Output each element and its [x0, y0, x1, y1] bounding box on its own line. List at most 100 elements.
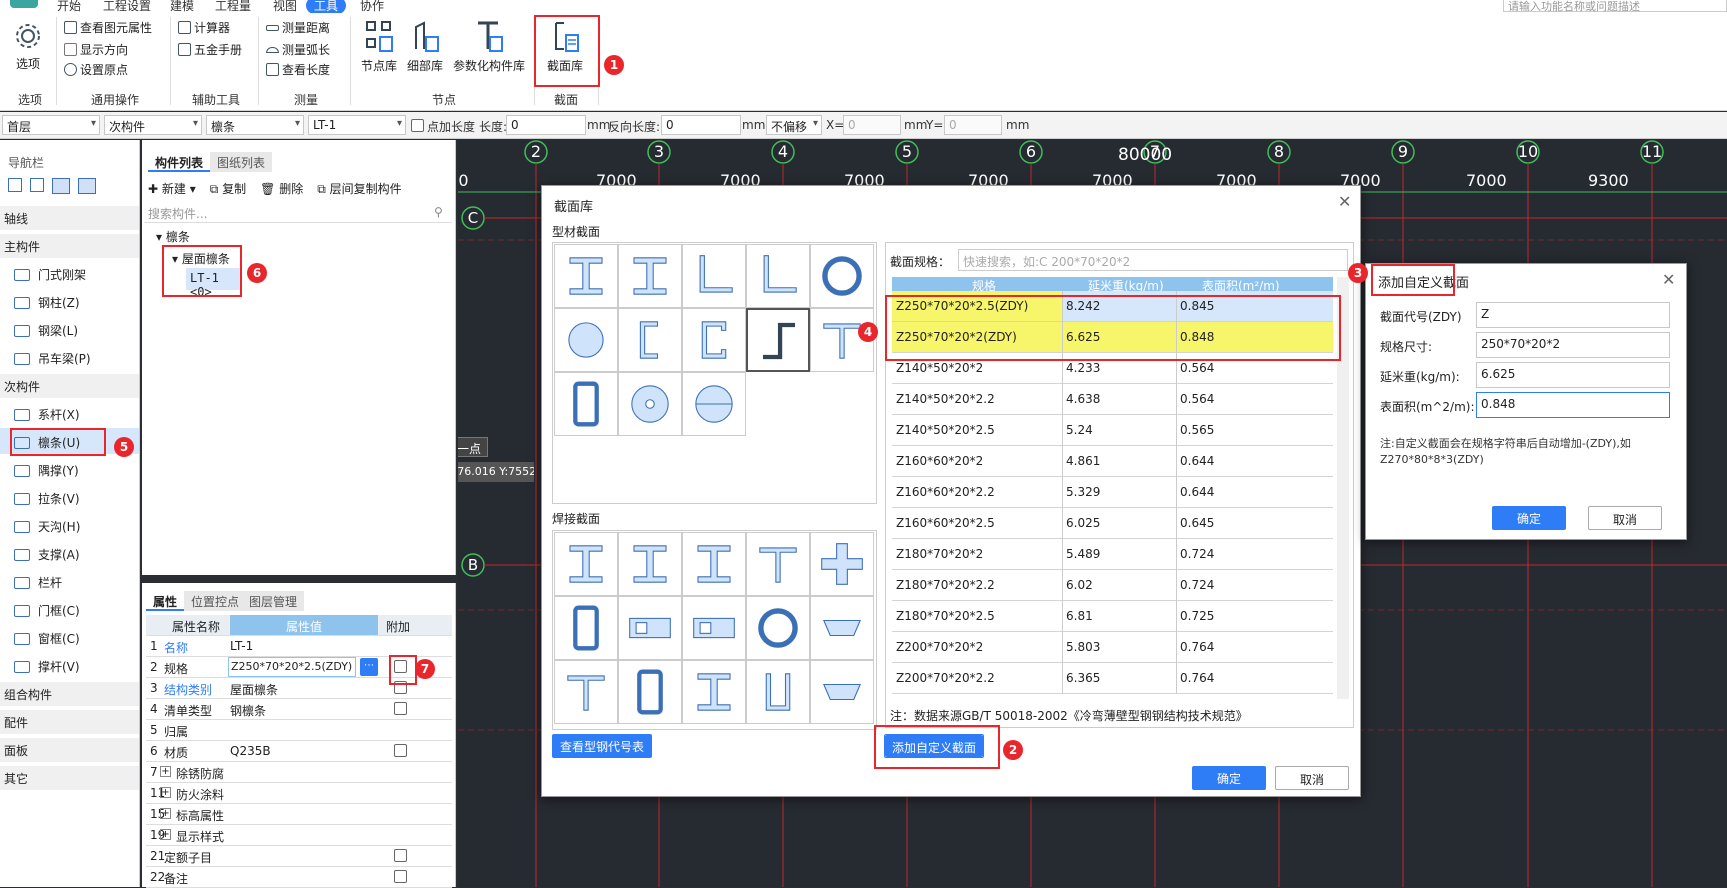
nav-item-window-frame[interactable]: 窗框(C)	[14, 630, 80, 647]
set-origin-button[interactable]: 设置原点	[64, 61, 128, 78]
profile-shape-4-icon[interactable]	[810, 244, 874, 308]
property-row[interactable]: 15 + 标高属性	[146, 804, 452, 825]
profile-shape-3-icon[interactable]	[746, 244, 810, 308]
property-row[interactable]: 21 定额子目	[146, 846, 452, 867]
custom-field-input[interactable]: 6.625	[1476, 362, 1670, 388]
calculator-button[interactable]: 计算器	[178, 19, 230, 36]
section-row[interactable]: Z160*60*20*2 4.861 0.644	[892, 446, 1333, 477]
x-input[interactable]: 0	[843, 115, 901, 135]
more-options-button[interactable]: ⋯	[360, 658, 378, 676]
custom-cancel-button[interactable]: 取消	[1588, 506, 1662, 530]
y-input[interactable]: 0	[944, 115, 1002, 135]
delete-component-button[interactable]: 🗑 删除	[260, 180, 303, 197]
hardware-manual-button[interactable]: 五金手册	[178, 41, 242, 58]
nav-item-portal-frame[interactable]: 门式刚架	[14, 266, 86, 283]
grid-view-icon[interactable]	[30, 178, 44, 192]
welded-shape-6-icon[interactable]	[618, 596, 682, 660]
section-row[interactable]: Z140*50*20*2.5 5.24 0.565	[892, 415, 1333, 446]
welded-shape-7-icon[interactable]	[682, 596, 746, 660]
attach-checkbox[interactable]	[394, 744, 407, 757]
nav-item-bracing[interactable]: 支撑(A)	[14, 546, 80, 563]
detail-library-button[interactable]: 细部库	[404, 19, 446, 74]
property-row[interactable]: 5 归属	[146, 720, 452, 741]
profile-shape-10-icon[interactable]	[554, 372, 618, 436]
tab-position-control[interactable]: 位置控点	[184, 591, 247, 611]
nav-section-main[interactable]: 主构件	[0, 234, 139, 258]
profile-shape-0-icon[interactable]	[554, 244, 618, 308]
nav-item-gutter[interactable]: 天沟(H)	[14, 518, 80, 535]
welded-shape-4-icon[interactable]	[810, 532, 874, 596]
nav-section-secondary[interactable]: 次构件	[0, 374, 139, 398]
property-row[interactable]: 1 名称 LT-1	[146, 636, 452, 657]
pin-icon[interactable]	[8, 178, 22, 192]
property-value[interactable]: Z250*70*20*2.5(ZDY)	[228, 657, 356, 677]
welded-shape-10-icon[interactable]	[554, 660, 618, 724]
welded-shape-0-icon[interactable]	[554, 532, 618, 596]
menu-project-settings[interactable]: 工程设置	[103, 0, 151, 13]
custom-close-icon[interactable]: ✕	[1662, 270, 1675, 289]
nav-item-railing[interactable]: 栏杆	[14, 574, 62, 591]
close-icon[interactable]: ✕	[1338, 192, 1351, 211]
measure-arc-button[interactable]: 测量弧长	[266, 41, 330, 58]
type-select[interactable]: 檩条	[206, 115, 304, 135]
welded-shape-2-icon[interactable]	[682, 532, 746, 596]
welded-shape-12-icon[interactable]	[682, 660, 746, 724]
profile-shape-1-icon[interactable]	[618, 244, 682, 308]
tab-component-list[interactable]: 构件列表	[148, 152, 211, 172]
nav-section-panel[interactable]: 面板	[0, 738, 139, 762]
view-properties-button[interactable]: 查看图元属性	[64, 19, 152, 36]
profile-shape-7-icon[interactable]	[682, 308, 746, 372]
section-row[interactable]: Z160*60*20*2.2 5.329 0.644	[892, 477, 1333, 508]
property-row[interactable]: 4 清单类型 钢檩条	[146, 699, 452, 720]
nav-item-door-frame[interactable]: 门框(C)	[14, 602, 80, 619]
nav-section-accessories[interactable]: 配件	[0, 710, 139, 734]
nav-item-knee-brace[interactable]: 隅撑(Y)	[14, 462, 79, 479]
property-row[interactable]: 19 + 显示样式	[146, 825, 452, 846]
welded-shape-11-icon[interactable]	[618, 660, 682, 724]
tab-properties[interactable]: 属性	[146, 591, 185, 611]
section-row[interactable]: Z180*70*20*2.5 6.81 0.725	[892, 601, 1333, 632]
welded-shape-1-icon[interactable]	[618, 532, 682, 596]
section-row[interactable]: Z180*70*20*2 5.489 0.724	[892, 539, 1333, 570]
expand-icon[interactable]: +	[160, 808, 171, 819]
custom-field-input[interactable]: Z	[1476, 302, 1670, 328]
new-component-button[interactable]: ✚ 新建 ▾	[148, 180, 196, 197]
profile-shape-11-icon[interactable]	[618, 372, 682, 436]
property-row[interactable]: 7 + 除锈防腐	[146, 762, 452, 783]
measure-distance-button[interactable]: 测量距离	[266, 19, 330, 36]
parametric-library-button[interactable]: 参数化构件库	[450, 19, 528, 74]
menu-tools[interactable]: 工具	[306, 0, 347, 13]
options-button[interactable]: 选项	[8, 21, 48, 72]
floor-select[interactable]: 首层	[2, 115, 100, 135]
expand-icon[interactable]: +	[160, 766, 171, 777]
section-row[interactable]: Z200*70*20*2 5.803 0.764	[892, 632, 1333, 663]
reverse-length-input[interactable]: 0	[661, 115, 741, 135]
custom-field-input[interactable]: 250*70*20*2	[1476, 332, 1670, 358]
spec-search-input[interactable]: 快速搜索，如:C 200*70*20*2	[958, 249, 1348, 271]
profile-shape-5-icon[interactable]	[554, 308, 618, 372]
menu-quantity[interactable]: 工程量	[215, 0, 251, 13]
attach-checkbox[interactable]	[394, 702, 407, 715]
custom-field-input[interactable]: 0.848	[1476, 392, 1670, 418]
tab-layer-manage[interactable]: 图层管理	[242, 591, 305, 611]
nav-section-other[interactable]: 其它	[0, 766, 139, 790]
length-input[interactable]: 0	[506, 115, 586, 135]
section-row[interactable]: Z200*70*20*2.2 6.365 0.764	[892, 663, 1333, 694]
profile-shape-6-icon[interactable]	[618, 308, 682, 372]
attach-checkbox[interactable]	[394, 849, 407, 862]
category-select[interactable]: 次构件	[104, 115, 202, 135]
tree-root[interactable]: ▾ 檩条	[156, 228, 190, 245]
property-value[interactable]: 钢檩条	[230, 702, 266, 719]
section-row[interactable]: Z140*50*20*2.2 4.638 0.564	[892, 384, 1333, 415]
section-row[interactable]: Z160*60*20*2.5 6.025 0.645	[892, 508, 1333, 539]
property-row[interactable]: 11 + 防火涂料	[146, 783, 452, 804]
show-direction-checkbox[interactable]: 显示方向	[64, 41, 128, 58]
copy-between-floors-button[interactable]: ⧉ 层间复制构件	[317, 180, 401, 197]
menu-collaborate[interactable]: 协作	[360, 0, 384, 13]
section-dialog-cancel-button[interactable]: 取消	[1275, 766, 1349, 790]
property-value[interactable]: LT-1	[230, 639, 253, 653]
detail-view-icon[interactable]	[78, 178, 96, 194]
welded-shape-5-icon[interactable]	[554, 596, 618, 660]
expand-icon[interactable]: +	[160, 787, 171, 798]
profile-shape-12-icon[interactable]	[682, 372, 746, 436]
